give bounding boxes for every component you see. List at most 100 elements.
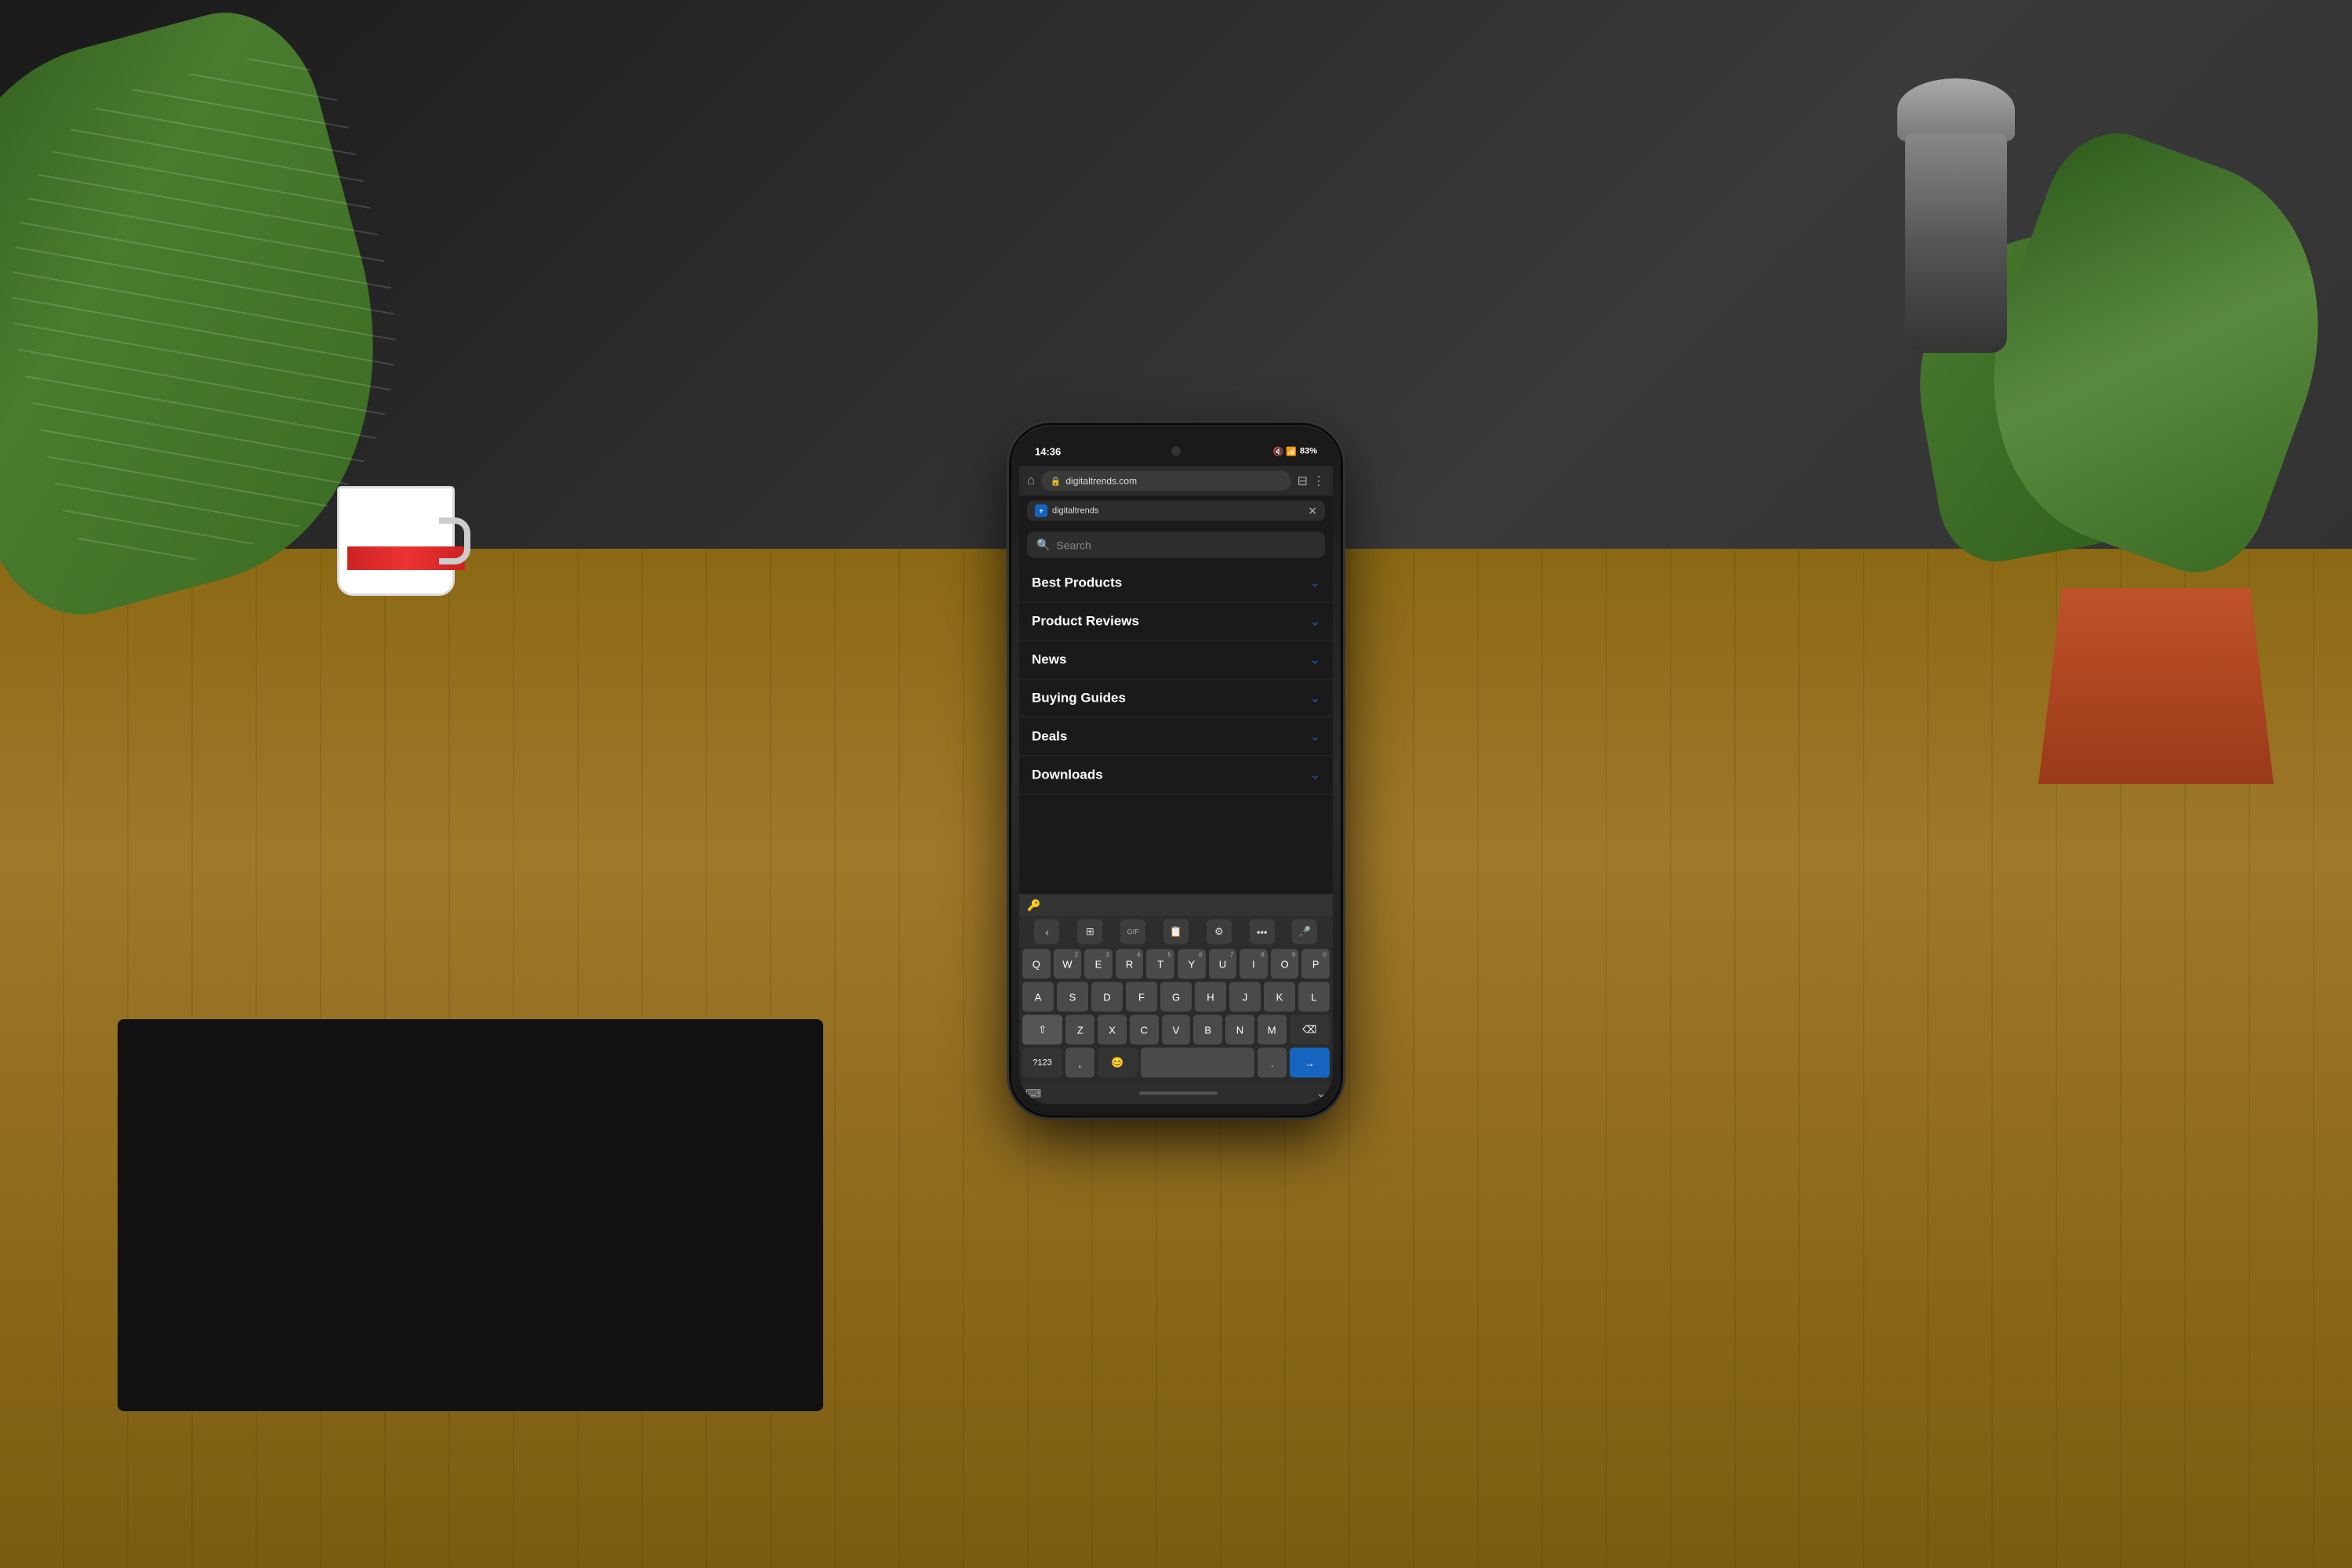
signal-icons: 🔇 📶	[1273, 446, 1297, 456]
menu-search-bar[interactable]: 🔍 Search	[1027, 532, 1325, 557]
emoji-key[interactable]: 😊	[1098, 1047, 1138, 1077]
tab-bar: + digitaltrends ✕	[1019, 495, 1333, 525]
chevron-icon: ⌄	[1310, 690, 1320, 706]
space-key[interactable]	[1141, 1047, 1255, 1077]
key-l[interactable]: L	[1298, 982, 1330, 1011]
chevron-icon: ⌄	[1310, 575, 1320, 590]
kettle-body	[1905, 133, 2007, 353]
plant-left	[0, 0, 470, 706]
symbols-key[interactable]: ?123	[1022, 1047, 1062, 1077]
chevron-icon: ⌄	[1310, 652, 1320, 667]
browser-actions: ⊟ ⋮	[1298, 473, 1325, 488]
home-icon[interactable]: ⌂	[1027, 474, 1035, 488]
key-u[interactable]: U7	[1209, 949, 1237, 978]
key-r[interactable]: R4	[1116, 949, 1144, 978]
period-key[interactable]: .	[1258, 1047, 1286, 1077]
more-options-button[interactable]: •••	[1250, 919, 1275, 944]
keyboard-action-row: ‹ ⊞ GIF 📋 ⚙ ••• 🎤	[1019, 916, 1333, 947]
key-q[interactable]: Q	[1022, 949, 1051, 978]
key-z[interactable]: Z	[1065, 1014, 1094, 1044]
shift-key[interactable]: ⇧	[1022, 1014, 1062, 1044]
menu-item-downloads[interactable]: Downloads ⌄	[1019, 756, 1333, 794]
key-b[interactable]: B	[1193, 1014, 1222, 1044]
key-t[interactable]: T5	[1146, 949, 1174, 978]
key-y[interactable]: Y6	[1178, 949, 1206, 978]
clipboard2-button[interactable]: 📋	[1163, 919, 1189, 944]
lock-icon: 🔒	[1051, 476, 1062, 486]
key-f[interactable]: F	[1126, 982, 1157, 1011]
menu-item-best-products[interactable]: Best Products ⌄	[1019, 564, 1333, 602]
key-v[interactable]: V	[1162, 1014, 1191, 1044]
menu-item-label: News	[1032, 652, 1066, 667]
key-row-2: A S D F G H J K L	[1022, 982, 1330, 1011]
status-time: 14:36	[1035, 445, 1061, 457]
mic-button[interactable]: 🎤	[1292, 919, 1317, 944]
menu-item-label: Downloads	[1032, 767, 1103, 782]
key-h[interactable]: H	[1195, 982, 1226, 1011]
more-button[interactable]: ⋮	[1312, 473, 1325, 488]
key-w[interactable]: W2	[1054, 949, 1082, 978]
menu-item-news[interactable]: News ⌄	[1019, 641, 1333, 679]
menu-items-list: Best Products ⌄ Product Reviews ⌄ News ⌄…	[1019, 564, 1333, 894]
key-p[interactable]: P0	[1301, 949, 1330, 978]
kettle-top	[1897, 78, 2015, 141]
menu-item-deals[interactable]: Deals ⌄	[1019, 717, 1333, 756]
phone-screen: 14:36 🔇 📶 83% ⌂ 🔒 digitaltrends.com ⊟ ⋮	[1019, 436, 1333, 1104]
backspace-key[interactable]: ⌫	[1290, 1014, 1330, 1044]
camera-dot	[1171, 446, 1181, 456]
key-x[interactable]: X	[1098, 1014, 1127, 1044]
key-s[interactable]: S	[1057, 982, 1088, 1011]
chevron-icon: ⌄	[1310, 728, 1320, 744]
kettle	[1882, 78, 2038, 353]
key-icon: 🔑	[1027, 898, 1040, 912]
comma-key[interactable]: ,	[1065, 1047, 1094, 1077]
menu-item-product-reviews[interactable]: Product Reviews ⌄	[1019, 602, 1333, 641]
key-row-1: Q W2 E3 R4 T5 Y6 U7 I8 O9 P0	[1022, 949, 1330, 978]
coffee-cup	[329, 455, 470, 596]
back-button[interactable]: ‹	[1034, 919, 1059, 944]
keyboard-toolbar: 🔑	[1019, 894, 1333, 916]
key-e[interactable]: E3	[1084, 949, 1112, 978]
clipboard-button[interactable]: ⊞	[1077, 919, 1102, 944]
tabs-button[interactable]: ⊟	[1298, 473, 1308, 488]
send-key[interactable]: →	[1290, 1047, 1330, 1077]
key-m[interactable]: M	[1258, 1014, 1287, 1044]
keyboard-hide-button[interactable]: ⌄	[1316, 1085, 1327, 1101]
status-bar: 14:36 🔇 📶 83%	[1019, 436, 1333, 466]
tab-item[interactable]: + digitaltrends ✕	[1027, 500, 1325, 521]
keyboard-icon[interactable]: ⌨	[1025, 1087, 1041, 1100]
url-bar[interactable]: 🔒 digitaltrends.com	[1041, 470, 1291, 491]
settings-button[interactable]: ⚙	[1207, 919, 1232, 944]
key-g[interactable]: G	[1160, 982, 1192, 1011]
key-d[interactable]: D	[1091, 982, 1123, 1011]
black-mat	[118, 1019, 823, 1411]
key-a[interactable]: A	[1022, 982, 1054, 1011]
menu-item-label: Deals	[1032, 728, 1067, 744]
key-k[interactable]: K	[1264, 982, 1295, 1011]
key-n[interactable]: N	[1225, 1014, 1254, 1044]
status-icons: 🔇 📶 83%	[1273, 446, 1317, 456]
key-o[interactable]: O9	[1271, 949, 1299, 978]
tab-title: digitaltrends	[1052, 506, 1303, 515]
home-indicator	[1139, 1091, 1218, 1094]
gif-button[interactable]: GIF	[1120, 919, 1145, 944]
key-i[interactable]: I8	[1240, 949, 1268, 978]
key-row-3: ⇧ Z X C V B N M ⌫	[1022, 1014, 1330, 1044]
menu-item-buying-guides[interactable]: Buying Guides ⌄	[1019, 679, 1333, 717]
search-icon: 🔍	[1036, 538, 1050, 551]
cup-handle	[439, 517, 470, 564]
tab-close-button[interactable]: ✕	[1308, 505, 1317, 516]
phone-device: 14:36 🔇 📶 83% ⌂ 🔒 digitaltrends.com ⊟ ⋮	[1011, 425, 1341, 1115]
chevron-icon: ⌄	[1310, 767, 1320, 782]
keyboard-bottom-bar: ⌨ ⌄	[1019, 1082, 1333, 1104]
plant-pot	[2038, 588, 2274, 784]
key-j[interactable]: J	[1229, 982, 1261, 1011]
browser-bar: ⌂ 🔒 digitaltrends.com ⊟ ⋮	[1019, 466, 1333, 495]
menu-content: 🔍 Search Best Products ⌄ Product Reviews…	[1019, 525, 1333, 894]
menu-item-label: Best Products	[1032, 575, 1122, 590]
url-text: digitaltrends.com	[1065, 475, 1137, 486]
battery-indicator: 83%	[1300, 446, 1317, 456]
menu-item-label: Buying Guides	[1032, 690, 1126, 706]
search-placeholder-text: Search	[1056, 539, 1091, 551]
key-c[interactable]: C	[1130, 1014, 1159, 1044]
